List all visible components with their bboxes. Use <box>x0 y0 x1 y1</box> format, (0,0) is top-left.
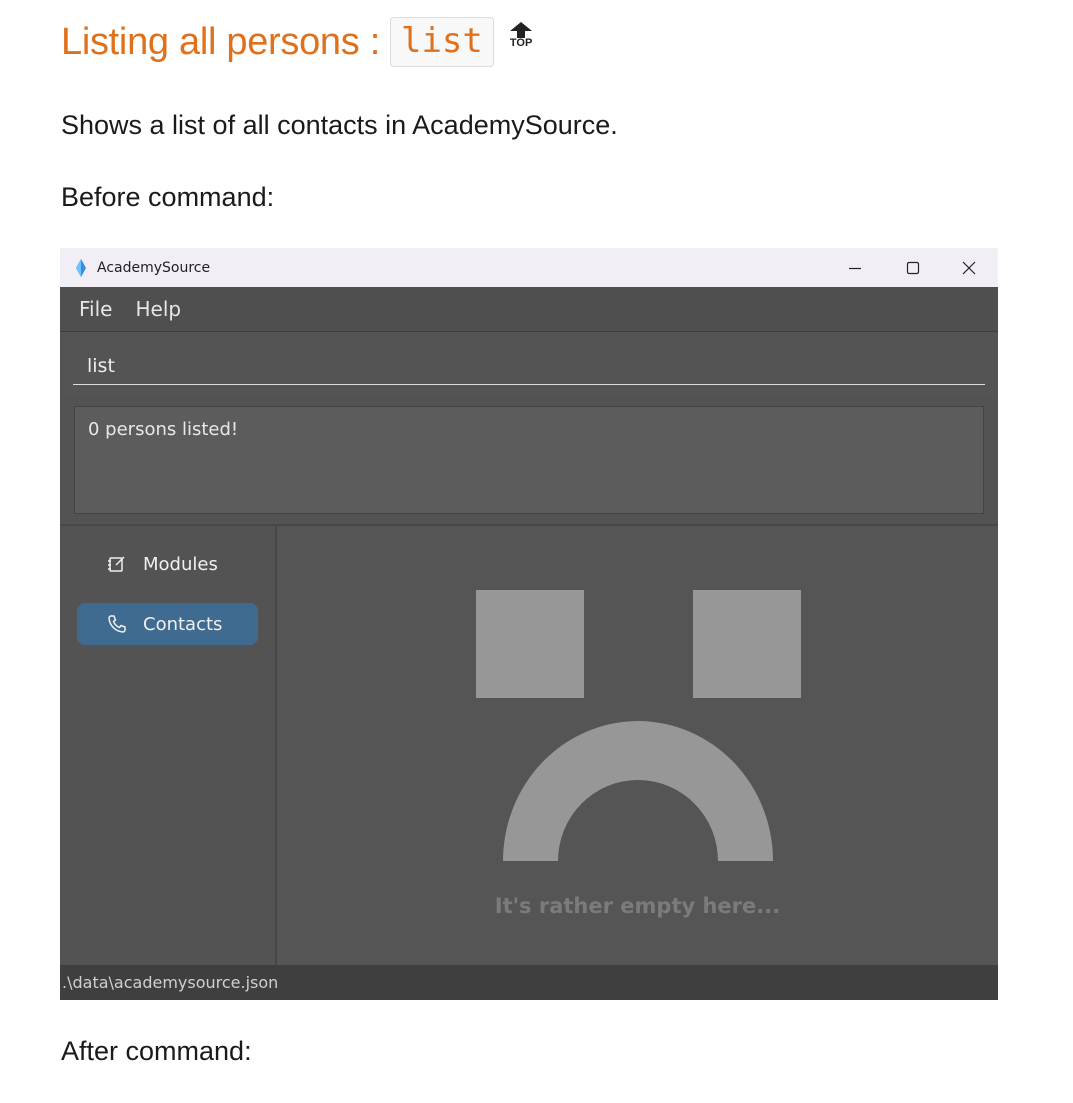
edit-note-icon <box>108 556 125 572</box>
status-file-path: .\data\academysource.json <box>62 973 279 992</box>
status-bar: .\data\academysource.json <box>60 965 998 1000</box>
title-bar: AcademySource <box>60 248 998 287</box>
sad-face-mouth <box>503 721 773 861</box>
sad-face-left-eye <box>476 590 584 698</box>
command-area <box>60 332 998 396</box>
result-text: 0 persons listed! <box>88 419 239 440</box>
close-button[interactable] <box>940 248 998 287</box>
description-text: Shows a list of all contacts in AcademyS… <box>61 110 618 140</box>
minimize-icon <box>849 267 861 269</box>
maximize-button[interactable] <box>884 248 942 287</box>
app-window: AcademySource File Help 0 persons listed… <box>60 248 998 1000</box>
result-display: 0 persons listed! <box>74 406 984 514</box>
after-command-label: After command: <box>61 1036 252 1066</box>
sidebar-item-contacts[interactable]: Contacts <box>77 603 258 645</box>
window-title: AcademySource <box>97 259 211 276</box>
contact-list-panel: It's rather empty here... <box>277 526 998 965</box>
heading-title: Listing all persons : <box>61 20 380 63</box>
app-logo-icon <box>76 258 86 277</box>
arrow-up-icon <box>510 22 533 38</box>
section-heading: Listing all persons : list TOP <box>61 17 532 67</box>
close-icon <box>962 261 976 274</box>
sidebar-item-label: Contacts <box>143 613 223 635</box>
back-to-top-link[interactable]: TOP <box>509 22 533 49</box>
empty-message: It's rather empty here... <box>494 894 781 918</box>
sidebar-item-modules[interactable]: Modules <box>77 543 258 585</box>
phone-icon <box>108 615 126 633</box>
heading-code: list <box>389 17 494 67</box>
command-input[interactable] <box>73 347 985 385</box>
top-label: TOP <box>509 37 533 49</box>
sidebar: Modules Contacts <box>60 526 277 965</box>
sad-face-icon <box>476 590 801 861</box>
menu-file[interactable]: File <box>79 297 112 321</box>
sad-face-right-eye <box>693 590 801 698</box>
maximize-icon <box>906 261 920 274</box>
before-command-label: Before command: <box>61 182 275 212</box>
sidebar-item-label: Modules <box>143 553 218 575</box>
minimize-button[interactable] <box>826 248 884 287</box>
menu-help[interactable]: Help <box>135 297 181 321</box>
menu-bar: File Help <box>60 287 998 332</box>
